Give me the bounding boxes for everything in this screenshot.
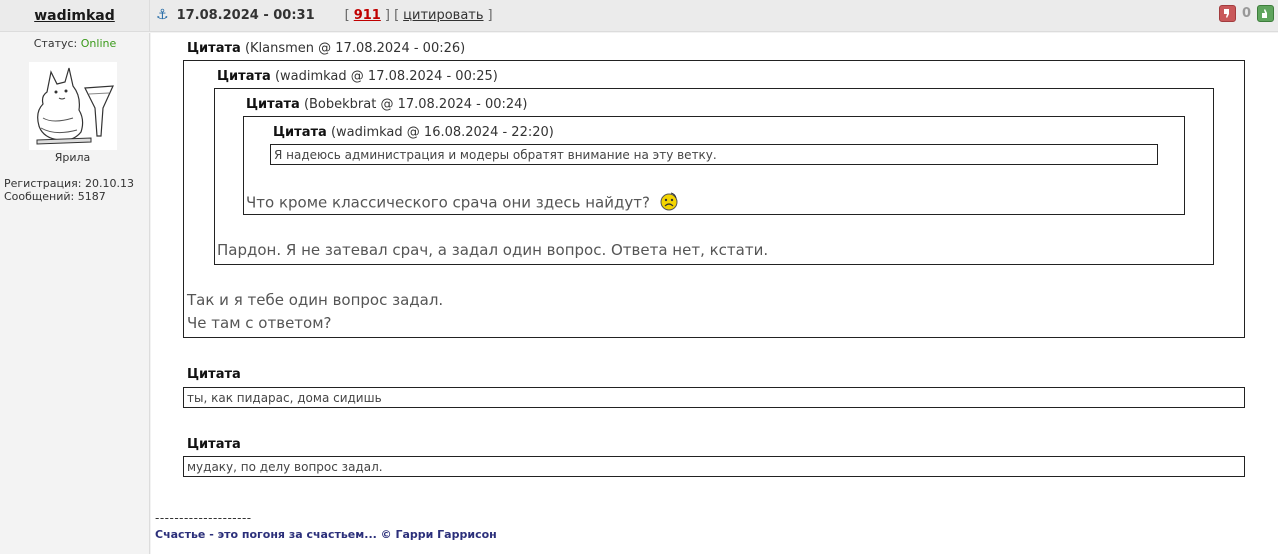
quote-meta: (Bobekbrat @ 17.08.2024 - 00:24) [303, 97, 528, 112]
author-sidebar: Статус: Online Ярила Регистрация: 20.10.… [0, 33, 150, 554]
rating-count: 0 [1241, 6, 1251, 21]
rating-widget: 0 [1218, 5, 1274, 22]
anchor-icon[interactable]: ⚓ [156, 7, 169, 23]
quote-header: Цитата [187, 437, 241, 452]
quote-text: ты, как пидарас, дома сидишь [187, 391, 382, 405]
quote-header: Цитата (wadimkad @ 16.08.2024 - 22:20) [273, 125, 554, 140]
quote-button[interactable]: цитировать [403, 8, 483, 23]
quote-text: Что кроме классического срача они здесь … [246, 191, 679, 215]
author-username-link[interactable]: wadimkad [34, 8, 115, 24]
status-line: Статус: Online [0, 37, 150, 50]
quote-text: мудаку, по делу вопрос задал. [187, 460, 383, 474]
author-header: wadimkad [0, 0, 150, 32]
sad-smiley-icon [659, 191, 679, 215]
quote-text: Так и я тебе один вопрос задал. [187, 291, 444, 309]
bracket-close: ] [487, 7, 493, 23]
signature-separator: -------------------- [155, 511, 252, 525]
quote-meta: (wadimkad @ 17.08.2024 - 00:25) [274, 69, 498, 84]
post-meta: ⚓ 17.08.2024 - 00:31 [ 911 ] [ цитироват… [156, 0, 493, 30]
status-online: Online [80, 37, 117, 50]
quote-header: Цитата (Klansmen @ 17.08.2024 - 00:26) [187, 41, 465, 56]
post-header: wadimkad ⚓ 17.08.2024 - 00:31 [ 911 ] [ … [0, 0, 1278, 32]
quote-label: Цитата [273, 125, 327, 140]
quote-label: Цитата [187, 437, 241, 452]
quote-text-content: Что кроме классического срача они здесь … [246, 193, 650, 212]
quote-text: Пардон. Я не затевал срач, а задал один … [217, 241, 769, 259]
quote-text: Я надеюсь администрация и модеры обратят… [274, 148, 717, 162]
quote-label: Цитата [246, 97, 300, 112]
post-number-link[interactable]: 911 [354, 8, 381, 23]
bracket-open: [ [344, 7, 350, 23]
avatar[interactable] [29, 62, 117, 150]
post-date: 17.08.2024 - 00:31 [176, 7, 315, 23]
quote-label: Цитата [187, 367, 241, 382]
quote-header: Цитата (wadimkad @ 17.08.2024 - 00:25) [217, 69, 498, 84]
quote-header: Цитата (Bobekbrat @ 17.08.2024 - 00:24) [246, 97, 528, 112]
thumbs-down-icon[interactable] [1218, 5, 1236, 22]
bracket-mid: ] [ [384, 7, 400, 23]
registration-date: Регистрация: 20.10.13 [4, 177, 134, 190]
quote-label: Цитата [187, 41, 241, 56]
registration-info: Регистрация: 20.10.13 Сообщений: 5187 [4, 177, 134, 203]
quote-header: Цитата [187, 367, 241, 382]
status-label: Статус: [33, 37, 78, 50]
signature-text: Счастье - это погоня за счастьем... © Га… [155, 528, 497, 541]
thumbs-up-icon[interactable] [1257, 5, 1274, 22]
user-rank: Ярила [54, 151, 91, 164]
post-content: Цитата (Klansmen @ 17.08.2024 - 00:26) Ц… [151, 33, 1278, 554]
message-count: Сообщений: 5187 [4, 190, 106, 203]
quote-meta: (wadimkad @ 16.08.2024 - 22:20) [330, 125, 554, 140]
quote-text: Че там с ответом? [187, 314, 332, 332]
quote-meta: (Klansmen @ 17.08.2024 - 00:26) [244, 41, 466, 56]
quote-label: Цитата [217, 69, 271, 84]
